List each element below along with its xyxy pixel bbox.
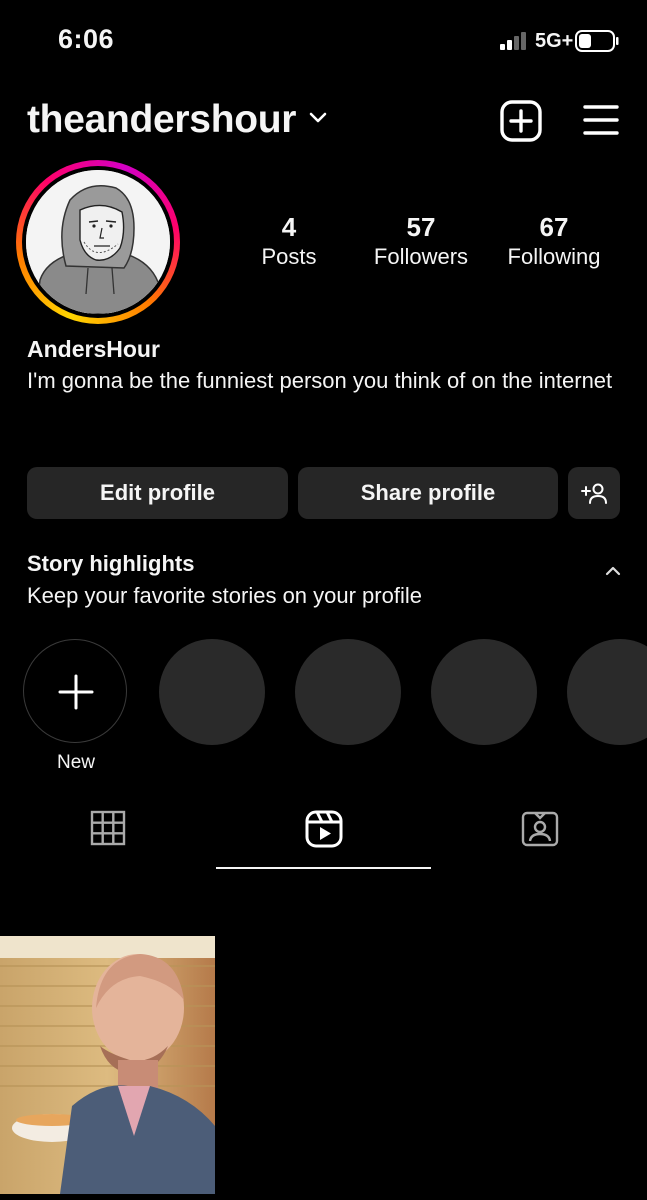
stat-posts[interactable]: 4 Posts xyxy=(219,212,359,272)
chevron-up-icon[interactable] xyxy=(604,564,622,578)
tagged-icon xyxy=(521,811,558,847)
status-time: 6:06 xyxy=(58,24,115,54)
stat-following[interactable]: 67 Following xyxy=(484,212,624,272)
new-highlight-button[interactable] xyxy=(23,639,127,743)
following-label: Following xyxy=(507,244,601,269)
reels-icon xyxy=(305,810,342,848)
share-profile-button[interactable]: Share profile xyxy=(298,467,558,519)
highlights-title: Story highlights xyxy=(27,551,195,576)
active-tab-indicator xyxy=(216,867,431,869)
plus-square-icon[interactable] xyxy=(500,100,542,142)
new-highlight-label: New xyxy=(56,752,95,773)
avatar-drawing xyxy=(26,170,170,314)
highlight-placeholder xyxy=(431,639,537,745)
highlight-placeholder xyxy=(567,639,647,745)
bio: I'm gonna be the funniest person you thi… xyxy=(27,368,613,393)
grid-icon xyxy=(90,810,125,846)
display-name: AndersHour xyxy=(27,336,160,362)
highlight-placeholder xyxy=(159,639,265,745)
network-type: 5G+ xyxy=(535,30,574,52)
plus-icon xyxy=(58,674,94,710)
discover-people-button[interactable] xyxy=(568,467,620,519)
profile-username[interactable]: theandershour xyxy=(27,98,296,142)
highlights-subtitle: Keep your favorite stories on your profi… xyxy=(27,583,422,608)
tab-posts-grid[interactable] xyxy=(0,810,215,870)
tab-tagged[interactable] xyxy=(432,810,647,870)
edit-profile-button[interactable]: Edit profile xyxy=(27,467,288,519)
reel-thumbnail[interactable] xyxy=(0,936,215,1194)
avatar[interactable] xyxy=(16,160,180,324)
stat-followers[interactable]: 57 Followers xyxy=(351,212,491,272)
followers-label: Followers xyxy=(373,244,469,269)
posts-label: Posts xyxy=(261,244,317,269)
posts-count: 4 xyxy=(281,212,297,242)
followers-count: 57 xyxy=(406,212,436,242)
tab-reels[interactable] xyxy=(216,810,431,870)
highlight-placeholder xyxy=(295,639,401,745)
battery-icon xyxy=(575,30,619,52)
add-person-icon xyxy=(581,483,607,504)
signal-icon xyxy=(500,32,526,50)
hamburger-menu-icon[interactable] xyxy=(582,101,620,139)
chevron-down-icon[interactable] xyxy=(308,110,328,126)
following-count: 67 xyxy=(539,212,569,242)
